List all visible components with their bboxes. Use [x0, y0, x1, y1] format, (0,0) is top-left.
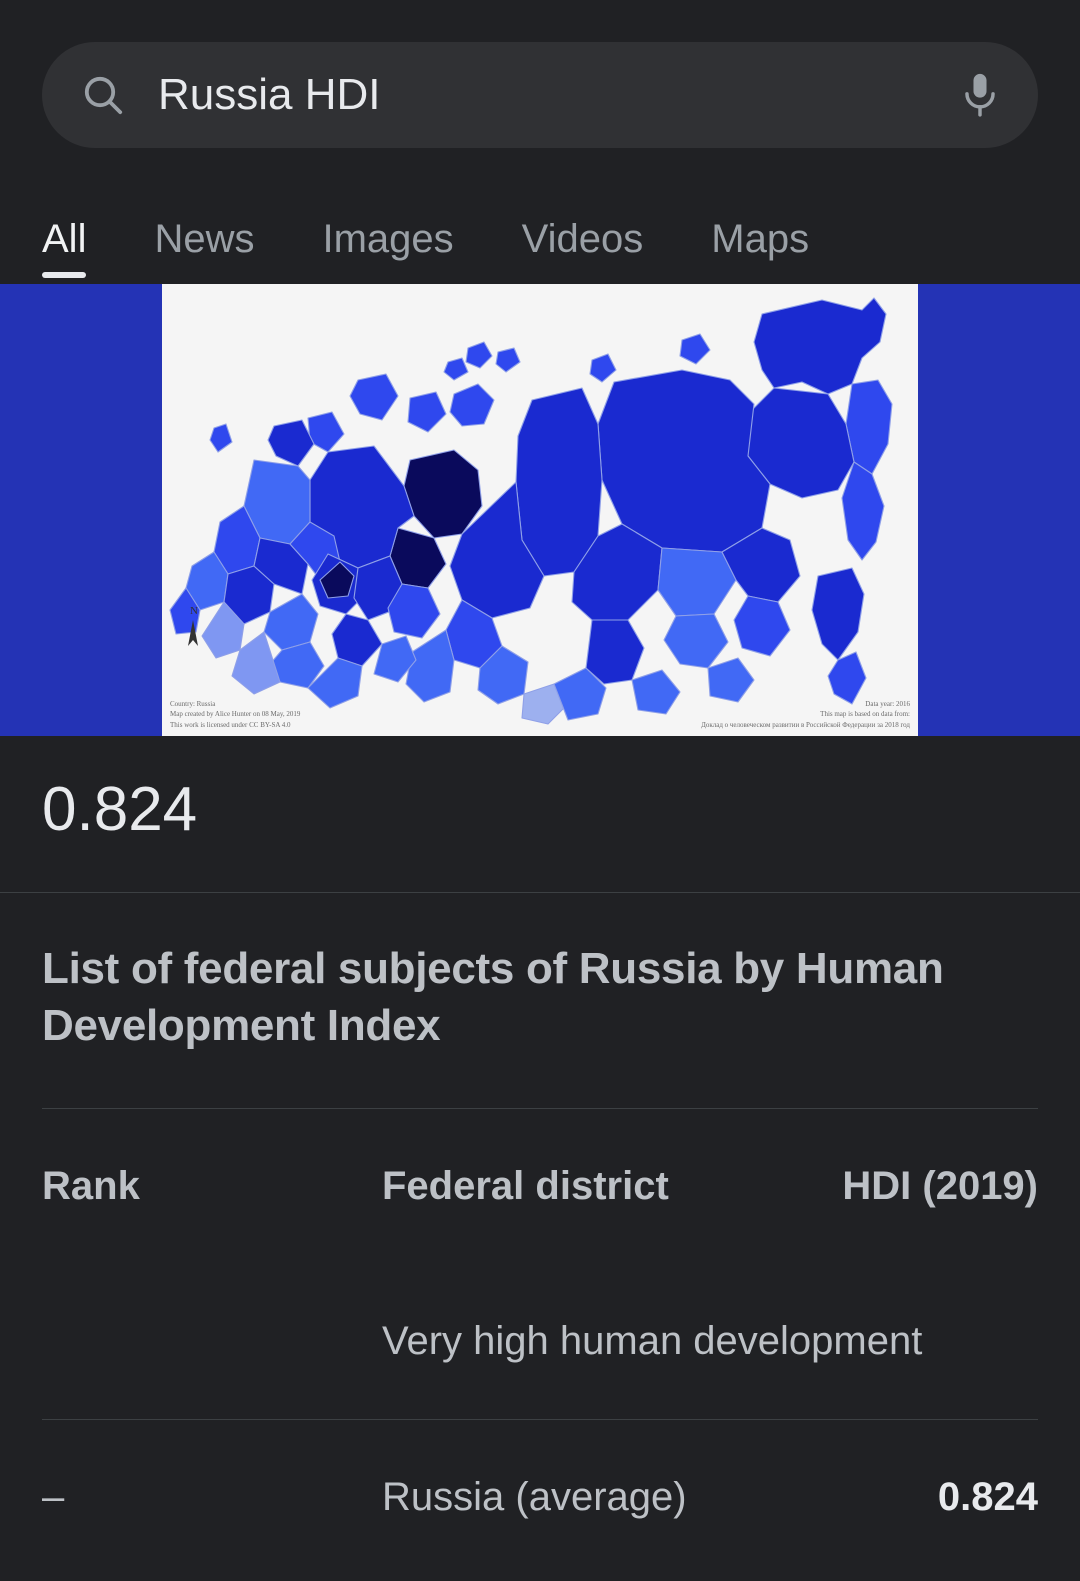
tab-videos[interactable]: Videos — [522, 217, 644, 278]
row-federal-district: Russia (average) — [382, 1475, 687, 1520]
microphone-icon[interactable] — [954, 66, 1006, 124]
row-rank: – — [42, 1475, 65, 1520]
title-spacer — [42, 1054, 1038, 1108]
tab-videos-label: Videos — [521, 217, 644, 261]
result-title[interactable]: List of federal subjects of Russia by Hu… — [42, 941, 1038, 1054]
answer-block: 0.824 — [0, 736, 1080, 892]
result-card: List of federal subjects of Russia by Hu… — [0, 893, 1080, 1108]
svg-text:N: N — [190, 605, 198, 617]
header-federal-district[interactable]: Federal district — [382, 1109, 750, 1264]
map-caption-left: Country: Russia Map created by Alice Hun… — [170, 699, 301, 729]
russia-hdi-choropleth-map[interactable]: N Country: Russia Map created by Alice H… — [162, 284, 918, 736]
header-rank[interactable]: Rank — [42, 1109, 382, 1264]
hdi-table: Rank Federal district HDI (2019) Very hi… — [42, 1109, 1038, 1576]
search-tabs: All News Images Videos Maps — [0, 190, 1080, 278]
category-label: Very high human development — [382, 1264, 1038, 1421]
tab-maps[interactable]: Maps — [711, 217, 809, 278]
search-icon[interactable] — [76, 68, 130, 122]
table-container: Rank Federal district HDI (2019) Very hi… — [0, 1109, 1080, 1576]
search-bar-container: Russia HDI — [0, 0, 1080, 148]
table-category-row: Very high human development — [42, 1264, 1038, 1421]
row-hdi: 0.824 — [937, 1475, 1038, 1520]
answer-value: 0.824 — [42, 775, 198, 844]
tab-news-label: News — [154, 217, 255, 261]
tab-images-label: Images — [322, 217, 454, 261]
tab-images[interactable]: Images — [322, 217, 453, 278]
tab-all-label: All — [42, 217, 87, 261]
map-graphic: N — [162, 284, 918, 736]
tab-maps-label: Maps — [711, 217, 810, 261]
tab-all[interactable]: All — [42, 217, 87, 278]
tab-news[interactable]: News — [154, 217, 254, 278]
header-hdi[interactable]: HDI (2019) — [750, 1109, 1038, 1264]
map-caption-right: Data year: 2016 This map is based on dat… — [701, 699, 910, 729]
category-rank-cell — [42, 1264, 382, 1421]
table-row[interactable]: – Russia (average) 0.824 — [42, 1420, 1038, 1576]
hero-image-banner[interactable]: N Country: Russia Map created by Alice H… — [0, 284, 1080, 736]
table-header-row: Rank Federal district HDI (2019) — [42, 1109, 1038, 1264]
search-query-text[interactable]: Russia HDI — [158, 73, 954, 117]
search-input[interactable]: Russia HDI — [42, 42, 1038, 148]
